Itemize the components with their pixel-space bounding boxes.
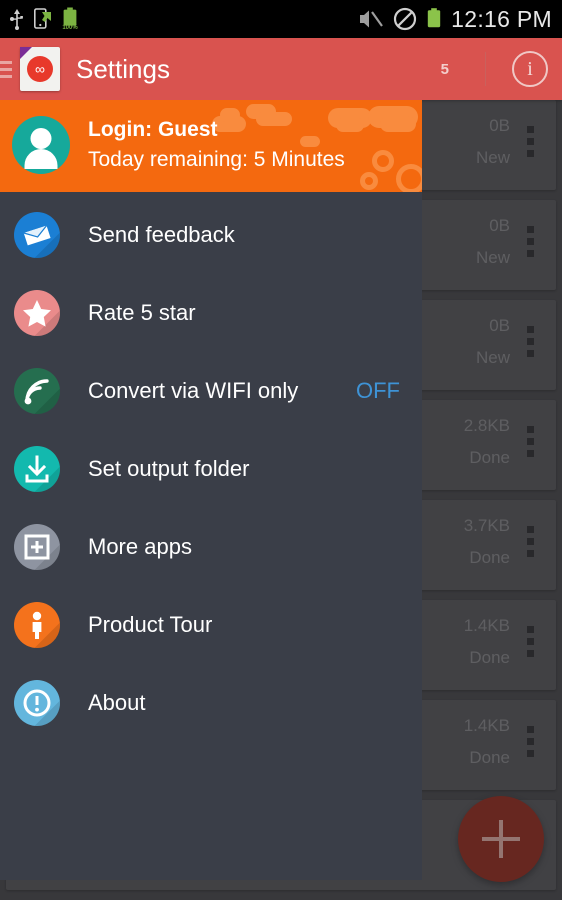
- gear-icon-1: [372, 150, 394, 172]
- login-panel[interactable]: Login: Guest Today remaining: 5 Minutes: [0, 100, 422, 192]
- add-box-icon: [14, 524, 60, 570]
- drawer-item-label: About: [88, 690, 146, 715]
- avatar-head: [30, 128, 52, 149]
- battery-percent-label: 100%: [62, 25, 78, 31]
- alert-icon: [14, 680, 60, 726]
- app-logo-icon[interactable]: ∞: [20, 47, 60, 91]
- hamburger-line-1: [0, 60, 12, 64]
- login-status-label: Login: Guest: [88, 118, 218, 141]
- gear-icon-3: [360, 172, 378, 190]
- avatar-body: [24, 149, 58, 169]
- drawer-item-more-apps[interactable]: More apps: [0, 508, 422, 586]
- remaining-time-label: Today remaining: 5 Minutes: [88, 148, 345, 171]
- cloud-icon-9: [380, 116, 416, 132]
- drawer-item-convert-via-wifi-only[interactable]: Convert via WIFI only OFF: [0, 352, 422, 430]
- envelope-icon: [14, 212, 60, 258]
- status-bar-left-icons: 100%: [10, 7, 78, 31]
- star-icon: [14, 290, 60, 336]
- drawer-item-about[interactable]: About: [0, 664, 422, 742]
- page-title: Settings: [76, 53, 170, 84]
- hamburger-line-3: [0, 74, 12, 78]
- drawer-item-value[interactable]: OFF: [356, 378, 400, 404]
- battery-icon: [427, 8, 441, 28]
- avatar: [12, 116, 70, 174]
- download-icon: [14, 446, 60, 492]
- hamburger-icon[interactable]: [0, 57, 12, 82]
- phone-transfer-icon: [34, 8, 51, 29]
- screen-root: 0BNew0BNew0BNew...2.8KBDone.3.7KBDone..1…: [0, 0, 562, 900]
- app-bar-divider: [485, 52, 486, 86]
- clock-label: 12:16 PM: [451, 5, 552, 32]
- do-not-disturb-icon: [394, 7, 417, 31]
- battery-charging-icon: 100%: [62, 7, 78, 31]
- app-bar: ∞ Settings 5 i: [0, 38, 562, 100]
- logo-corner-fold: [20, 47, 32, 59]
- logo-infinity-glyph: ∞: [27, 56, 53, 82]
- drawer-item-send-feedback[interactable]: Send feedback: [0, 196, 422, 274]
- info-icon[interactable]: i: [512, 51, 548, 87]
- drawer-item-product-tour[interactable]: Product Tour: [0, 586, 422, 664]
- drawer-item-label: Convert via WIFI only: [88, 378, 299, 403]
- drawer-item-set-output-folder[interactable]: Set output folder: [0, 430, 422, 508]
- navigation-drawer: Login: Guest Today remaining: 5 Minutes …: [0, 100, 422, 880]
- drawer-item-label: More apps: [88, 534, 192, 559]
- person-icon: [14, 602, 60, 648]
- mute-icon: [360, 10, 384, 28]
- wifi-icon: [14, 368, 60, 414]
- drawer-item-label: Product Tour: [88, 612, 213, 637]
- gear-icon-2: [396, 164, 422, 192]
- drawer-item-label: Send feedback: [88, 222, 235, 247]
- drawer-item-rate-5-star[interactable]: Rate 5 star: [0, 274, 422, 352]
- drawer-menu-list: Send feedback Rate 5 star Convert via WIFI…: [0, 192, 422, 742]
- hamburger-line-2: [0, 67, 12, 71]
- drawer-item-label: Set output folder: [88, 456, 250, 481]
- status-badge: 5: [440, 60, 449, 78]
- status-bar: 100% 12:16 PM: [0, 0, 562, 38]
- drawer-item-label: Rate 5 star: [88, 300, 196, 325]
- status-bar-right-icons: 12:16 PM: [358, 6, 552, 33]
- usb-icon: [10, 9, 23, 30]
- info-icon-glyph: i: [527, 58, 533, 80]
- login-text-block: Login: Guest Today remaining: 5 Minutes: [88, 118, 345, 172]
